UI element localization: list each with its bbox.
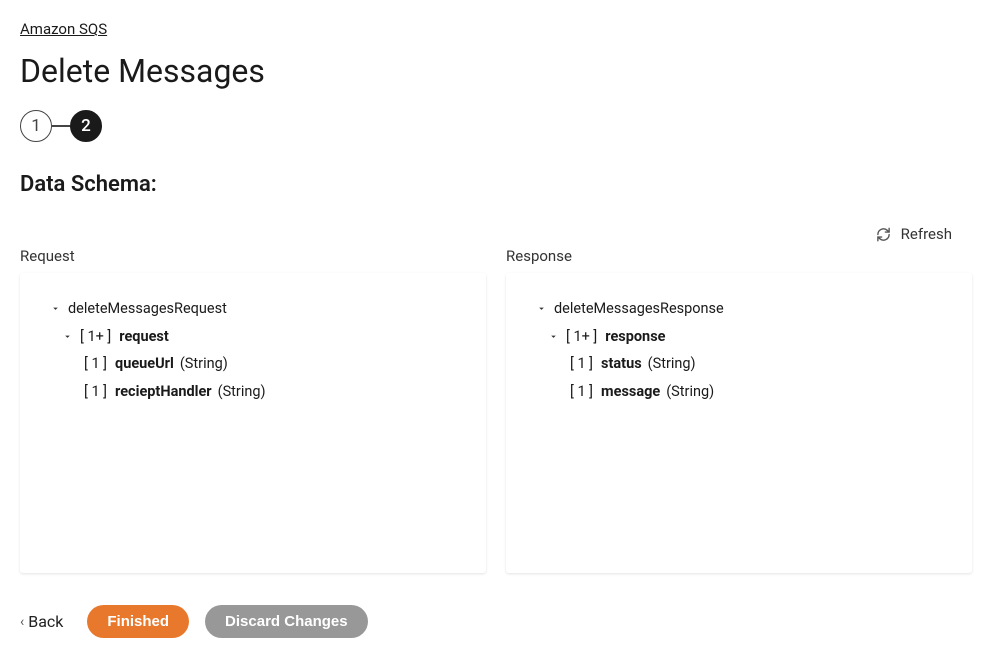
response-field-row[interactable]: [ 1 ] message (String) [534, 378, 944, 406]
cardinality: [ 1 ] [570, 350, 593, 378]
step-connector [52, 125, 70, 127]
field-name: request [119, 323, 169, 351]
field-name: queueUrl [115, 350, 174, 378]
back-label: Back [28, 612, 63, 631]
response-column: Response deleteMessagesResponse [ 1+ ] r… [506, 247, 972, 573]
field-name: message [601, 378, 660, 406]
field-type: (String) [218, 378, 266, 406]
cardinality: [ 1 ] [570, 378, 593, 406]
request-panel: deleteMessagesRequest [ 1+ ] request [ 1… [20, 273, 486, 573]
chevron-down-icon[interactable] [60, 331, 74, 342]
request-group-row[interactable]: [ 1+ ] request [48, 323, 458, 351]
response-group-row[interactable]: [ 1+ ] response [534, 323, 944, 351]
response-field-row[interactable]: [ 1 ] status (String) [534, 350, 944, 378]
refresh-icon[interactable] [876, 227, 891, 242]
refresh-row: Refresh [20, 225, 972, 243]
chevron-down-icon[interactable] [546, 331, 560, 342]
response-label: Response [506, 247, 972, 265]
request-field-row[interactable]: [ 1 ] queueUrl (String) [48, 350, 458, 378]
stepper: 1 2 [20, 110, 972, 142]
back-button[interactable]: ‹ Back [20, 612, 63, 631]
step-2[interactable]: 2 [70, 110, 102, 142]
request-column: Request deleteMessagesRequest [ 1+ ] req… [20, 247, 486, 573]
breadcrumb-link[interactable]: Amazon SQS [20, 20, 107, 38]
response-root-row[interactable]: deleteMessagesResponse [534, 295, 944, 323]
step-1[interactable]: 1 [20, 110, 52, 142]
page-title: Delete Messages [20, 52, 972, 90]
button-row: ‹ Back Finished Discard Changes [20, 605, 972, 638]
cardinality: [ 1+ ] [80, 323, 111, 351]
chevron-down-icon[interactable] [534, 303, 548, 314]
chevron-left-icon: ‹ [20, 614, 24, 630]
schema-columns: Request deleteMessagesRequest [ 1+ ] req… [20, 247, 972, 573]
refresh-button[interactable]: Refresh [901, 225, 952, 243]
section-title: Data Schema: [20, 172, 972, 197]
response-panel: deleteMessagesResponse [ 1+ ] response [… [506, 273, 972, 573]
field-name: response [605, 323, 665, 351]
cardinality: [ 1 ] [84, 350, 107, 378]
cardinality: [ 1+ ] [566, 323, 597, 351]
field-type: (String) [666, 378, 714, 406]
response-root-name: deleteMessagesResponse [554, 295, 724, 323]
chevron-down-icon[interactable] [48, 303, 62, 314]
cardinality: [ 1 ] [84, 378, 107, 406]
field-name: recieptHandler [115, 378, 212, 406]
request-root-row[interactable]: deleteMessagesRequest [48, 295, 458, 323]
field-type: (String) [180, 350, 228, 378]
field-type: (String) [648, 350, 696, 378]
request-field-row[interactable]: [ 1 ] recieptHandler (String) [48, 378, 458, 406]
finished-button[interactable]: Finished [87, 605, 189, 638]
field-name: status [601, 350, 642, 378]
request-root-name: deleteMessagesRequest [68, 295, 227, 323]
request-label: Request [20, 247, 486, 265]
discard-changes-button[interactable]: Discard Changes [205, 605, 368, 638]
